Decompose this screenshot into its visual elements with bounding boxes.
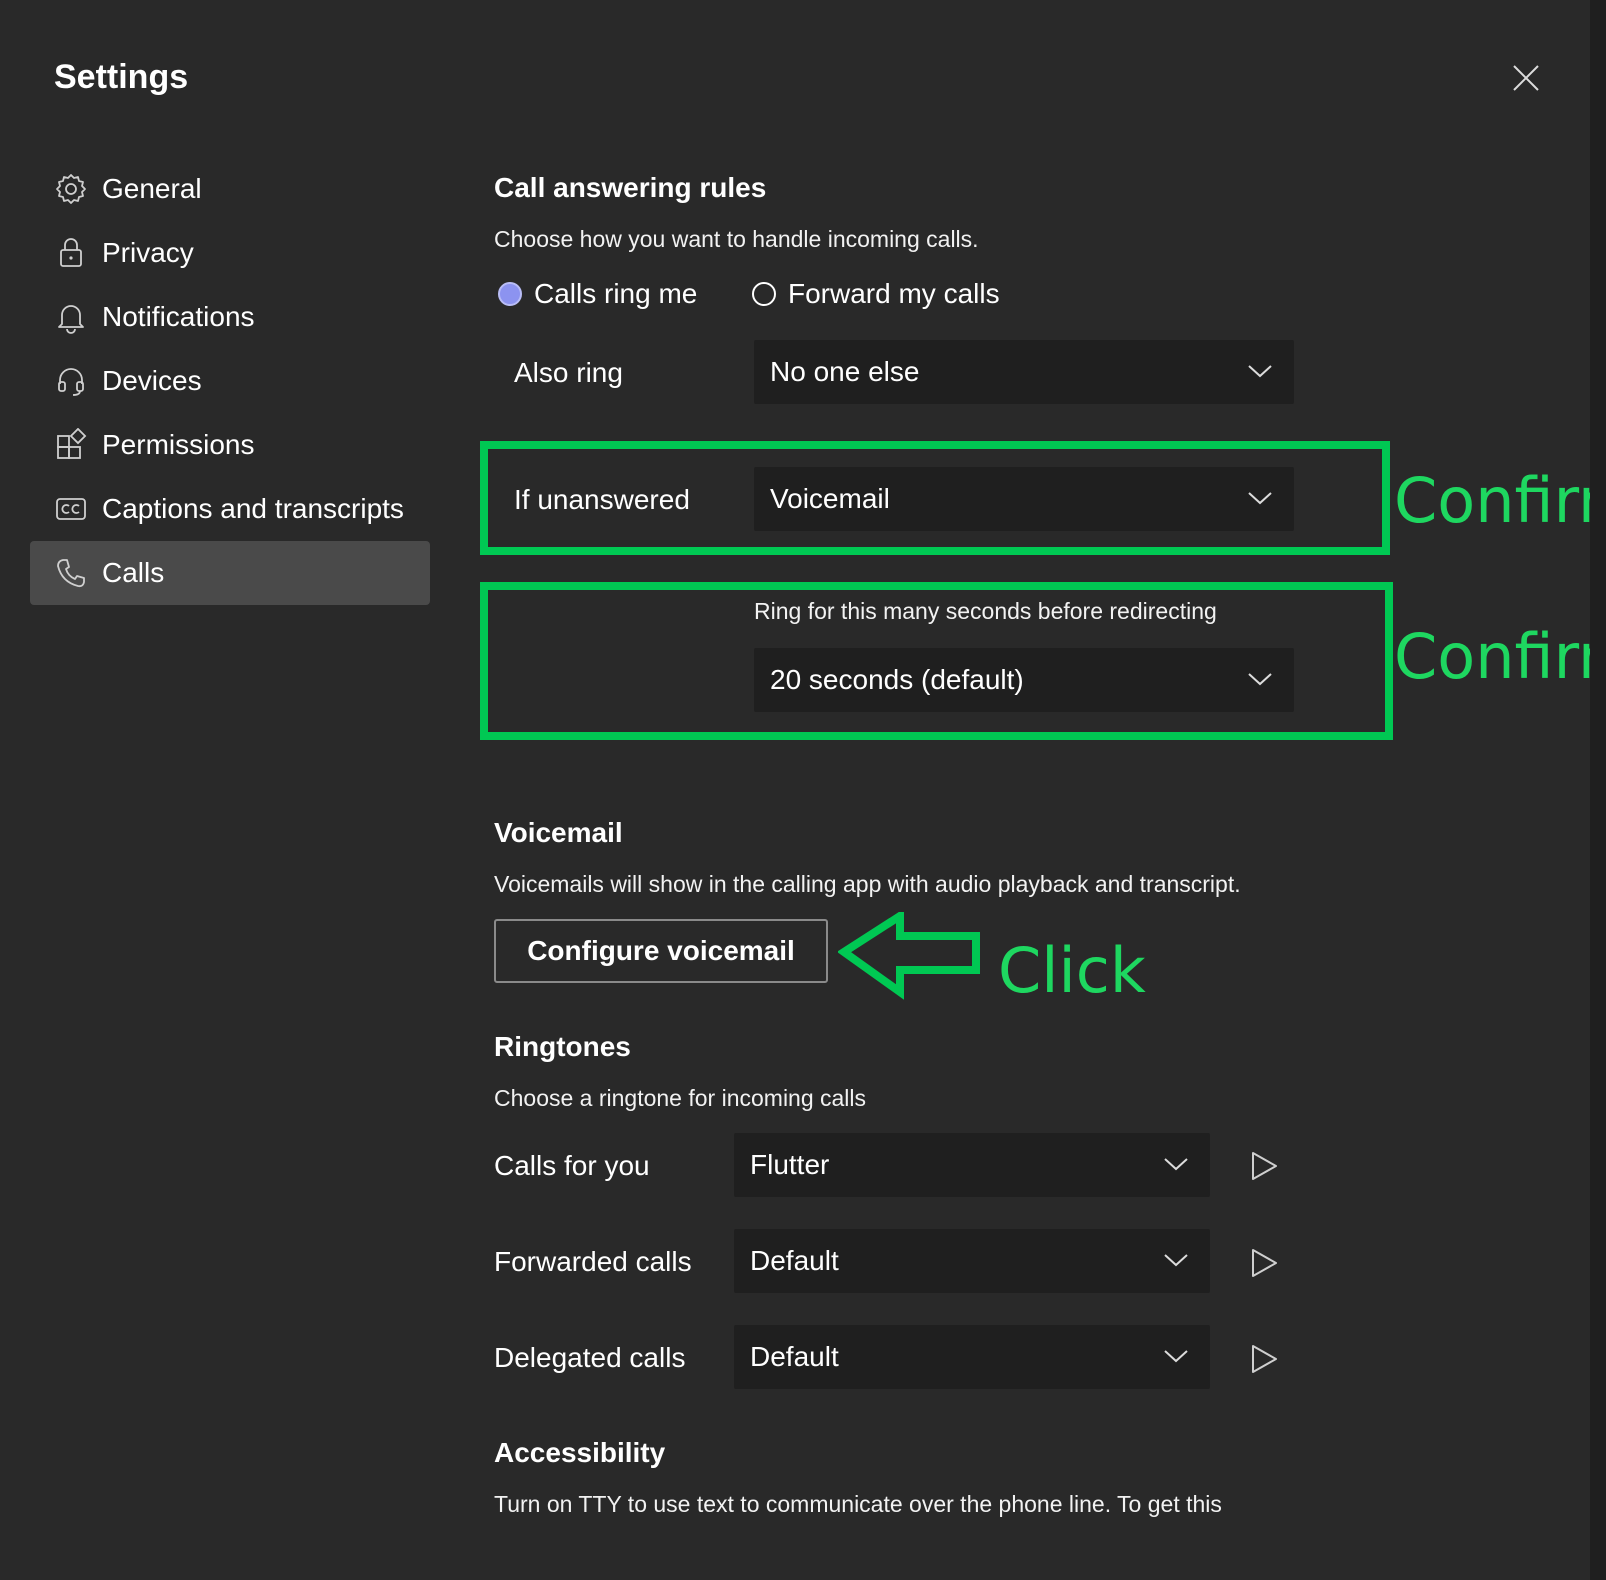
call-rules-description: Choose how you want to handle incoming c… xyxy=(494,226,979,252)
radio-forward-label: Forward my calls xyxy=(788,278,1000,309)
chevron-down-icon xyxy=(1164,1158,1188,1171)
ringtone-forwarded-calls-select[interactable]: Default xyxy=(734,1229,1210,1293)
ringtone-row-label: Forwarded calls xyxy=(494,1246,692,1277)
chevron-down-icon xyxy=(1248,365,1272,378)
accessibility-description: Turn on TTY to use text to communicate o… xyxy=(494,1491,1222,1517)
nav-label-devices: Devices xyxy=(102,365,202,396)
ringtones-heading: Ringtones xyxy=(494,1031,631,1062)
ringtone-value: Default xyxy=(750,1341,839,1372)
also-ring-label: Also ring xyxy=(514,357,623,388)
lock-icon xyxy=(60,238,82,267)
also-ring-value: No one else xyxy=(770,356,920,387)
voicemail-heading: Voicemail xyxy=(494,817,623,848)
radio-selected-indicator xyxy=(498,282,522,306)
radio-forward-my-calls[interactable]: Forward my calls xyxy=(752,278,1000,310)
bell-icon xyxy=(58,305,84,334)
call-rules-heading: Call answering rules xyxy=(494,172,767,203)
chevron-down-icon xyxy=(1164,1254,1188,1267)
ringtones-description: Choose a ringtone for incoming calls xyxy=(494,1085,867,1111)
ringtone-row-label: Calls for you xyxy=(494,1150,650,1181)
scrollbar[interactable] xyxy=(1590,0,1606,1580)
annotation-highlight-box xyxy=(480,441,1390,555)
dialog-title: Settings xyxy=(54,58,189,96)
voicemail-description: Voicemails will show in the calling app … xyxy=(494,871,1241,897)
cc-icon xyxy=(56,498,86,520)
play-icon[interactable] xyxy=(1248,1247,1280,1279)
play-icon[interactable] xyxy=(1248,1150,1280,1182)
ringtone-row-label: Delegated calls xyxy=(494,1342,686,1373)
ringtone-value: Flutter xyxy=(750,1149,830,1180)
annotation-click-label: Click xyxy=(998,934,1146,1007)
settings-dialog: Settings General Privacy Notifications D… xyxy=(0,0,1606,1580)
nav-label-permissions: Permissions xyxy=(102,429,255,460)
nav-label-notifications: Notifications xyxy=(102,301,255,332)
nav-item-permissions[interactable]: Permissions xyxy=(30,413,430,477)
radio-calls-ring-me[interactable]: Calls ring me xyxy=(498,278,697,310)
ringtone-delegated-calls-select[interactable]: Default xyxy=(734,1325,1210,1389)
nav-item-general[interactable]: General xyxy=(30,157,430,221)
nav-label-privacy: Privacy xyxy=(102,237,194,268)
close-icon[interactable] xyxy=(1510,62,1542,94)
nav-label-captions: Captions and transcripts xyxy=(102,493,404,524)
accessibility-heading: Accessibility xyxy=(494,1437,666,1468)
play-icon[interactable] xyxy=(1248,1343,1280,1375)
apps-icon xyxy=(57,428,87,459)
annotation-confirm-label: Confirm xyxy=(1394,620,1606,693)
phone-icon xyxy=(57,559,85,588)
settings-nav: General Privacy Notifications Devices Pe… xyxy=(30,157,430,605)
ringtone-value: Default xyxy=(750,1245,839,1276)
radio-unselected-indicator xyxy=(752,282,776,306)
configure-voicemail-button[interactable]: Configure voicemail xyxy=(494,919,828,983)
annotation-confirm-label: Confirm xyxy=(1394,464,1606,537)
chevron-down-icon xyxy=(1164,1350,1188,1363)
nav-item-calls[interactable]: Calls xyxy=(30,541,430,605)
annotation-arrow-icon xyxy=(838,912,980,1000)
nav-item-captions[interactable]: Captions and transcripts xyxy=(30,477,430,541)
ringtone-calls-for-you-select[interactable]: Flutter xyxy=(734,1133,1210,1197)
annotation-highlight-box xyxy=(480,582,1393,740)
gear-icon xyxy=(56,174,86,204)
headset-icon xyxy=(58,368,84,396)
nav-item-devices[interactable]: Devices xyxy=(30,349,430,413)
nav-label-general: General xyxy=(102,173,202,204)
nav-item-privacy[interactable]: Privacy xyxy=(30,221,430,285)
radio-calls-ring-me-label: Calls ring me xyxy=(534,278,698,309)
nav-label-calls: Calls xyxy=(102,557,165,588)
nav-item-notifications[interactable]: Notifications xyxy=(30,285,430,349)
also-ring-select[interactable]: No one else xyxy=(754,340,1294,404)
